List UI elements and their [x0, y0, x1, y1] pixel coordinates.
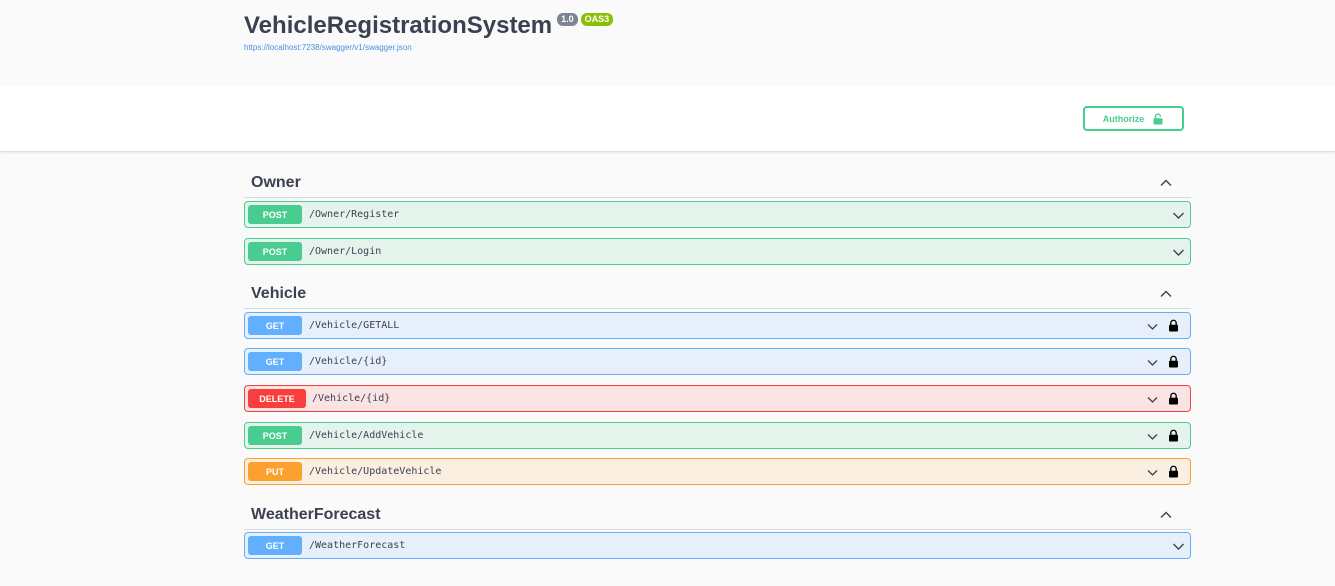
chevron-down-icon[interactable]: [1146, 466, 1159, 479]
method-badge: POST: [248, 205, 302, 224]
chevron-up-icon[interactable]: [1159, 176, 1173, 190]
operation-path: /Owner/Register: [309, 209, 400, 220]
method-badge: POST: [248, 242, 302, 261]
method-badge: GET: [248, 352, 302, 371]
chevron-down-icon[interactable]: [1146, 430, 1159, 443]
operation-post-owner-register[interactable]: POST /Owner/Register: [244, 201, 1191, 228]
operation-path: /WeatherForecast: [309, 540, 406, 551]
operation-get-vehicle-getall[interactable]: GET /Vehicle/GETALL: [244, 312, 1191, 339]
operation-path: /Owner/Login: [309, 246, 382, 257]
operation-post-vehicle-addvehicle[interactable]: POST /Vehicle/AddVehicle: [244, 422, 1191, 449]
chevron-down-icon[interactable]: [1172, 540, 1185, 553]
method-badge: PUT: [248, 462, 302, 481]
lock-icon[interactable]: [1168, 319, 1179, 332]
operation-path: /Vehicle/{id}: [312, 393, 391, 404]
chevron-up-icon[interactable]: [1159, 287, 1173, 301]
operation-put-vehicle-updatevehicle[interactable]: PUT /Vehicle/UpdateVehicle: [244, 458, 1191, 485]
chevron-up-icon[interactable]: [1159, 508, 1173, 522]
tag-title: WeatherForecast: [251, 506, 381, 523]
operation-path: /Vehicle/{id}: [309, 356, 388, 367]
chevron-down-icon[interactable]: [1146, 393, 1159, 406]
method-badge: DELETE: [248, 389, 306, 408]
method-badge: GET: [248, 536, 302, 555]
tag-title: Owner: [251, 174, 301, 191]
lock-icon[interactable]: [1168, 355, 1179, 368]
unlocked-lock-icon: [1153, 112, 1163, 124]
api-title: VehicleRegistrationSystem: [244, 12, 553, 39]
operation-path: /Vehicle/AddVehicle: [309, 430, 424, 441]
chevron-down-icon[interactable]: [1146, 356, 1159, 369]
tag-owner[interactable]: Owner: [244, 168, 1191, 198]
operation-path: /Vehicle/UpdateVehicle: [309, 466, 442, 477]
method-badge: POST: [248, 426, 302, 445]
authorize-label: Authorize: [1102, 113, 1145, 124]
tag-title: Vehicle: [251, 285, 307, 302]
lock-icon[interactable]: [1168, 429, 1179, 442]
authorize-button[interactable]: Authorize: [1083, 106, 1184, 131]
oas-badge: OAS3: [580, 13, 614, 26]
chevron-down-icon[interactable]: [1172, 209, 1185, 222]
chevron-down-icon[interactable]: [1172, 246, 1185, 259]
tag-vehicle[interactable]: Vehicle: [244, 279, 1191, 309]
operation-path: /Vehicle/GETALL: [309, 320, 400, 331]
operation-get-weatherforecast[interactable]: GET /WeatherForecast: [244, 532, 1191, 559]
spec-url-link[interactable]: https://localhost:7238/swagger/v1/swagge…: [244, 43, 412, 52]
scheme-bar: Authorize: [0, 86, 1335, 152]
api-title-block: VehicleRegistrationSystem 1.0 OAS3: [244, 12, 614, 40]
chevron-down-icon[interactable]: [1146, 320, 1159, 333]
tag-weatherforecast[interactable]: WeatherForecast: [244, 500, 1191, 530]
operation-post-owner-login[interactable]: POST /Owner/Login: [244, 238, 1191, 265]
operation-get-vehicle-id[interactable]: GET /Vehicle/{id}: [244, 348, 1191, 375]
lock-icon[interactable]: [1168, 465, 1179, 478]
info-header: VehicleRegistrationSystem 1.0 OAS3 https…: [244, 0, 1144, 86]
version-badge: 1.0: [557, 13, 578, 26]
operation-delete-vehicle-id[interactable]: DELETE /Vehicle/{id}: [244, 385, 1191, 412]
method-badge: GET: [248, 316, 302, 335]
lock-icon[interactable]: [1168, 392, 1179, 405]
